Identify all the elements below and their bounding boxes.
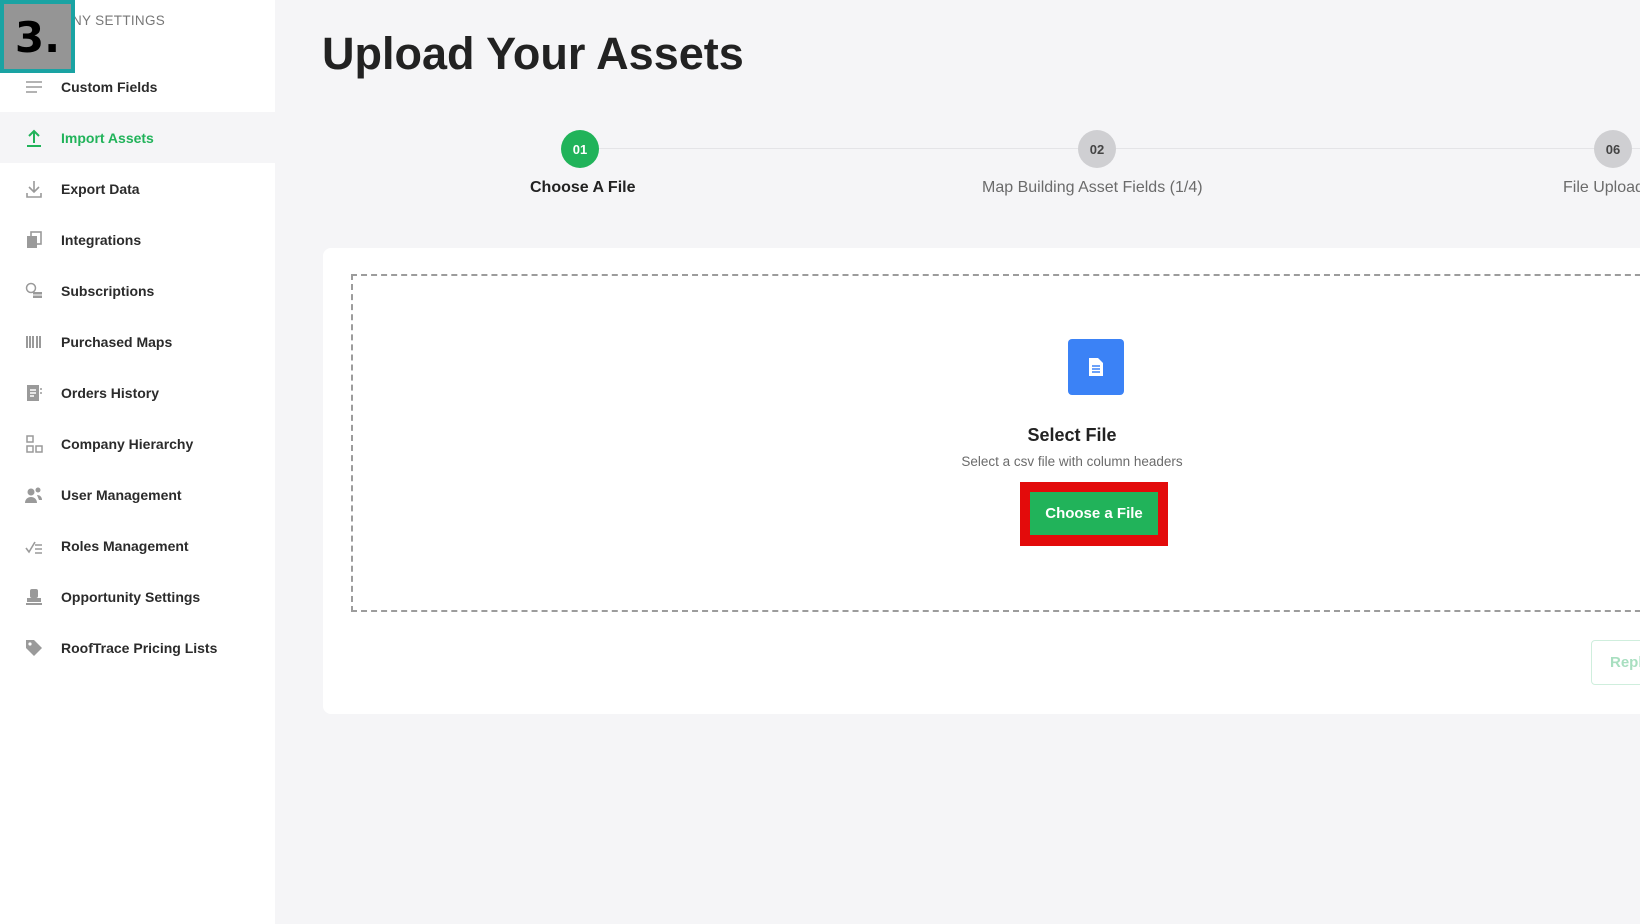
step-2-indicator: 02 <box>1078 130 1116 168</box>
select-file-subtitle: Select a csv file with column headers <box>961 454 1183 469</box>
step-2-label: Map Building Asset Fields (1/4) <box>982 179 1203 196</box>
sidebar-item-opportunity-settings[interactable]: Opportunity Settings <box>0 571 275 622</box>
sidebar-item-orders-history[interactable]: Orders History <box>0 367 275 418</box>
choose-file-button[interactable]: Choose a File <box>1030 492 1158 535</box>
tutorial-step-number: 3. <box>14 13 61 62</box>
coins-icon <box>22 279 46 303</box>
sidebar-item-roles-management[interactable]: Roles Management <box>0 520 275 571</box>
upload-card: Select File Select a csv file with colum… <box>323 248 1640 714</box>
lines-icon <box>22 75 46 99</box>
step-6-indicator: 06 <box>1594 130 1632 168</box>
sidebar-item-export-data[interactable]: Export Data <box>0 163 275 214</box>
tutorial-highlight: Choose a File <box>1020 482 1168 546</box>
download-icon <box>22 177 46 201</box>
settings-nav: Custom Fields Import Assets Export Data … <box>0 61 275 673</box>
replace-button[interactable]: Replace <box>1591 640 1640 685</box>
sidebar-item-label: Purchased Maps <box>61 333 173 350</box>
sidebar-item-integrations[interactable]: Integrations <box>0 214 275 265</box>
users-icon <box>22 483 46 507</box>
receipt-icon <box>22 381 46 405</box>
sidebar-item-label: Orders History <box>61 384 160 401</box>
sidebar-item-subscriptions[interactable]: Subscriptions <box>0 265 275 316</box>
sidebar-item-company-hierarchy[interactable]: Company Hierarchy <box>0 418 275 469</box>
sidebar-item-user-management[interactable]: User Management <box>0 469 275 520</box>
integrations-icon <box>22 228 46 252</box>
sidebar-item-rooftrace-pricing-lists[interactable]: RoofTrace Pricing Lists <box>0 622 275 673</box>
sidebar-item-label: Opportunity Settings <box>61 588 201 605</box>
upload-icon <box>22 126 46 150</box>
tag-icon <box>22 636 46 660</box>
stamp-icon <box>22 585 46 609</box>
document-icon <box>1068 339 1124 395</box>
sidebar-item-label: Custom Fields <box>61 78 158 95</box>
sidebar-item-label: Import Assets <box>61 129 154 146</box>
sidebar-item-import-assets[interactable]: Import Assets <box>0 112 275 163</box>
sidebar-item-label: Company Hierarchy <box>61 435 194 452</box>
sidebar-item-label: Export Data <box>61 180 140 197</box>
barcode-icon <box>22 330 46 354</box>
tutorial-step-badge: 3. <box>0 0 75 73</box>
step-1-label: Choose A File <box>530 179 636 196</box>
sidebar-item-purchased-maps[interactable]: Purchased Maps <box>0 316 275 367</box>
select-file-title: Select File <box>1027 425 1117 445</box>
sidebar-item-label: Subscriptions <box>61 282 155 299</box>
settings-sidebar: NY SETTINGS Custom Fields Import Assets … <box>0 0 275 924</box>
sidebar-item-label: RoofTrace Pricing Lists <box>61 639 218 656</box>
sidebar-item-label: Roles Management <box>61 537 189 554</box>
page-title: Upload Your Assets <box>322 28 744 79</box>
sidebar-item-label: Integrations <box>61 231 142 248</box>
checklist-icon <box>22 534 46 558</box>
step-1-indicator: 01 <box>561 130 599 168</box>
hierarchy-icon <box>22 432 46 456</box>
step-6-label: File Upload <box>1563 179 1640 196</box>
sidebar-item-label: User Management <box>61 486 182 503</box>
sidebar-header: NY SETTINGS <box>72 13 166 28</box>
